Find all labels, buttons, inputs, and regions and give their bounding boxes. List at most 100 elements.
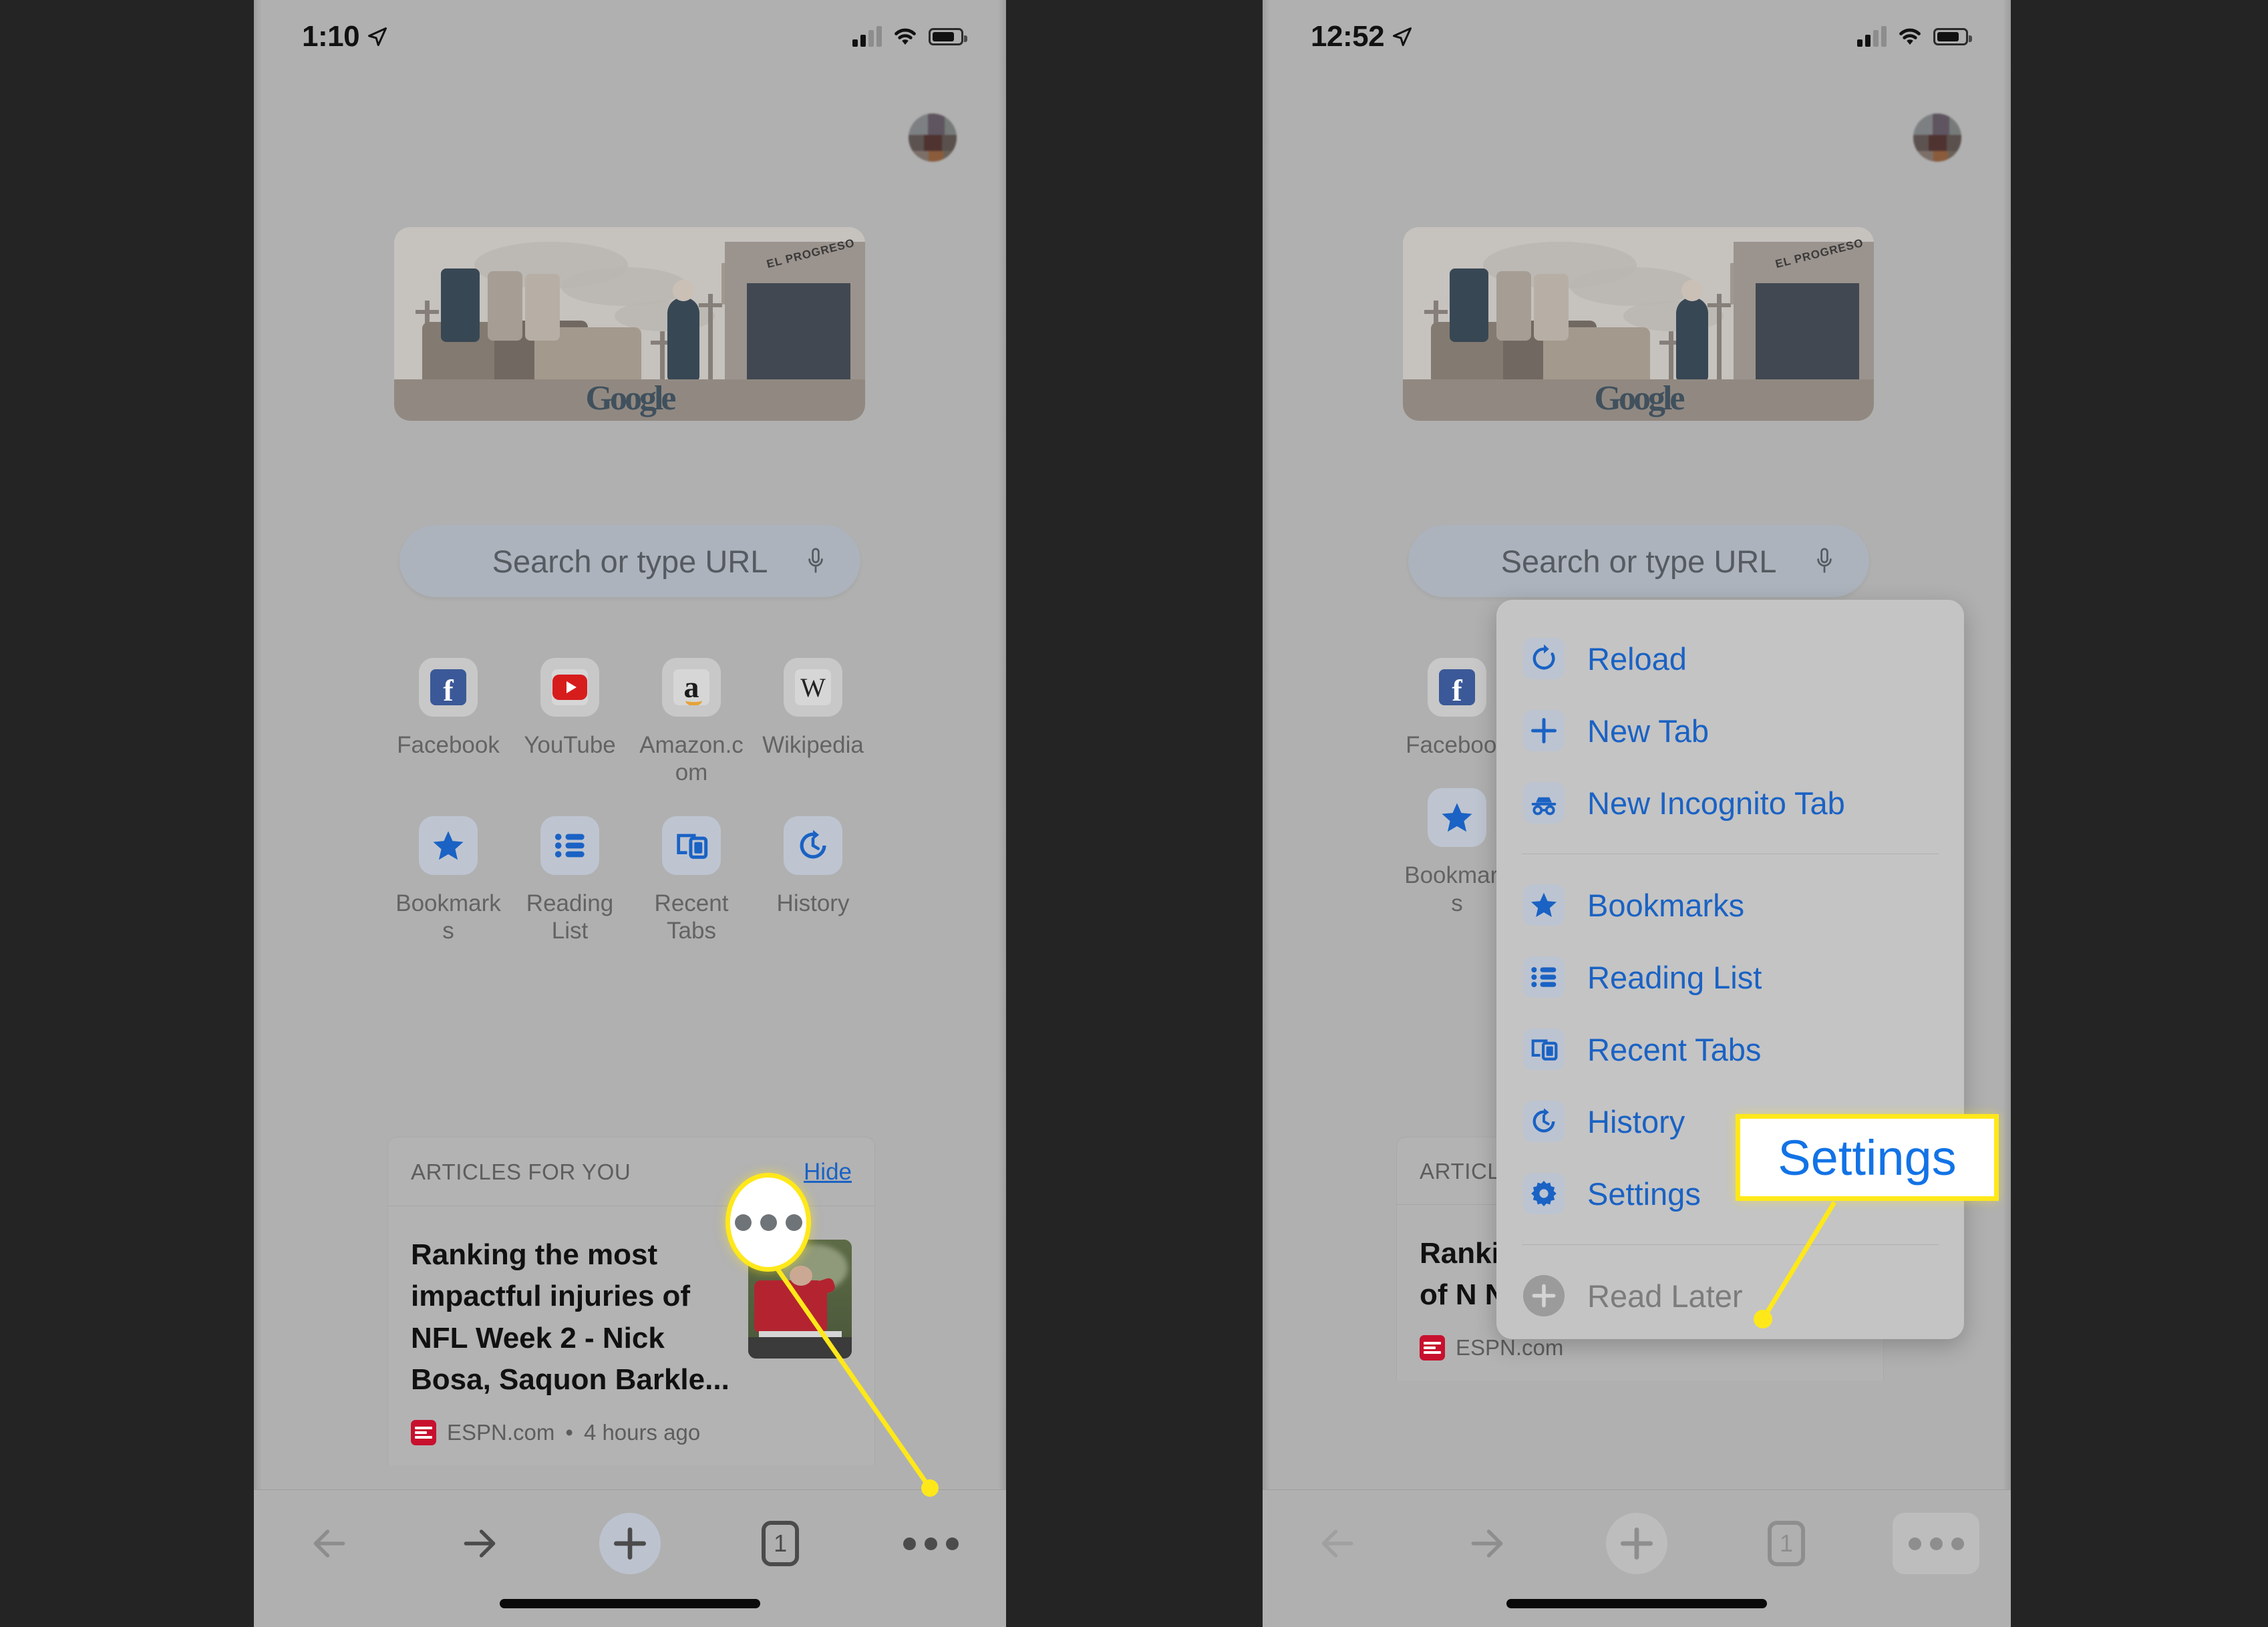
status-time: 12:52 [1311,20,1385,53]
tile-label: Recent Tabs [654,890,729,944]
tile-label: Facebook [397,732,500,758]
doodle-rider [441,268,480,342]
tab-count-value: 1 [774,1529,788,1557]
search-bar[interactable]: Search or type URL [399,525,860,597]
cellular-signal-icon [1857,26,1887,47]
menu-item-label: Bookmarks [1587,887,1745,923]
back-button[interactable] [286,1513,373,1574]
tile-grid: f Facebook YouTube a Amazon.com W Wikipe… [387,658,875,944]
article-source-row: ESPN.com • 4 hours ago [411,1419,734,1445]
status-time-group: 1:10 [302,20,387,53]
action-tile-reading-list[interactable]: Reading List [509,816,631,945]
tile-label: YouTube [524,732,616,758]
doodle-pole [651,331,674,385]
forward-arrow-icon [464,1529,496,1558]
action-tile-recent-tabs[interactable]: Recent Tabs [631,816,752,945]
article-timestamp: 4 hours ago [583,1419,701,1445]
menu-item-new-incognito-tab[interactable]: New Incognito Tab [1496,767,1964,839]
avatar[interactable] [1913,114,1961,162]
location-arrow-icon [368,27,387,46]
history-clock-icon [1523,1101,1565,1142]
facebook-icon: f [419,658,478,717]
menu-item-bookmarks[interactable]: Bookmarks [1496,869,1964,941]
wifi-icon [1899,28,1921,45]
shortcut-tile-youtube[interactable]: YouTube [509,658,631,787]
microphone-icon[interactable] [1814,546,1834,576]
search-placeholder: Search or type URL [492,543,768,579]
phone-screen-left: 1:10 EL PROGRESO Google Search or type U… [254,0,1006,1627]
youtube-icon [540,658,599,717]
avatar[interactable] [909,114,957,162]
google-doodle[interactable]: EL PROGRESO Google [1403,227,1874,421]
search-bar[interactable]: Search or type URL [1408,525,1869,597]
forward-arrow-icon [1471,1529,1503,1558]
action-tile-bookmarks[interactable]: Bookmarks [387,816,509,945]
doodle-door [1756,283,1859,379]
shortcut-tile-wikipedia[interactable]: W Wikipedia [752,658,874,787]
tab-switcher-button[interactable]: 1 [1743,1513,1830,1574]
doodle-rider [488,271,522,341]
chrome-overflow-menu: Reload New Tab New Incognito Tab Bookmar… [1496,600,1964,1339]
search-placeholder: Search or type URL [1500,543,1777,579]
three-dots-icon [1908,1537,1964,1550]
back-arrow-icon [313,1529,345,1558]
menu-item-recent-tabs[interactable]: Recent Tabs [1496,1013,1964,1085]
shortcut-tile-facebook[interactable]: f Facebook [387,658,509,787]
status-time-group: 12:52 [1311,20,1412,53]
more-menu-button[interactable] [1893,1513,1979,1574]
back-button[interactable] [1294,1513,1381,1574]
screen-edge-right [2003,0,2011,1627]
espn-icon [411,1419,436,1445]
article-source: ESPN.com [447,1419,555,1445]
star-icon [1428,788,1486,848]
tab-switcher-button[interactable]: 1 [737,1513,824,1574]
devices-icon [662,816,721,875]
read-later-icon [1523,1275,1565,1316]
new-tab-button[interactable] [587,1513,673,1574]
action-tile-history[interactable]: History [752,816,874,945]
doodle-wordmark: Google [585,379,677,417]
tile-label: Wikipedia [762,732,864,758]
three-dots-icon [903,1537,959,1550]
status-bar: 1:10 [254,0,1006,73]
google-doodle[interactable]: EL PROGRESO Google [394,227,865,421]
tab-count-badge: 1 [1768,1521,1805,1566]
microphone-icon[interactable] [806,546,826,576]
forward-button[interactable] [1444,1513,1530,1574]
status-bar: 12:52 [1263,0,2011,73]
menu-item-label: Reload [1587,641,1687,677]
tile-label: Amazon.com [639,732,744,786]
articles-header-label: ARTICLES FOR YOU [411,1159,631,1184]
star-icon [1523,884,1565,926]
more-menu-button[interactable] [887,1513,974,1574]
forward-button[interactable] [436,1513,523,1574]
doodle-woman [667,280,699,381]
plus-icon [1523,710,1565,751]
menu-item-reload[interactable]: Reload [1496,622,1964,695]
article-title: Ranking the most impactful injuries of N… [411,1238,730,1397]
shortcut-tile-amazon[interactable]: a Amazon.com [631,658,752,787]
devices-icon [1523,1029,1565,1070]
more-button-highlight [725,1173,811,1272]
menu-item-new-tab[interactable]: New Tab [1496,695,1964,767]
facebook-icon: f [1428,658,1486,717]
new-tab-button[interactable] [1593,1513,1680,1574]
back-arrow-icon [1321,1529,1353,1558]
menu-item-label: Settings [1587,1176,1701,1212]
phone-screen-right: 12:52 EL PROGRESO Google Search or type … [1263,0,2011,1627]
history-clock-icon [784,816,842,875]
doodle-pole [1708,294,1731,387]
menu-item-reading-list[interactable]: Reading List [1496,941,1964,1013]
tab-count-badge: 1 [762,1521,800,1566]
espn-icon [1420,1334,1445,1361]
wifi-icon [895,28,916,45]
hide-link[interactable]: Hide [804,1159,852,1186]
home-indicator [1506,1599,1767,1608]
menu-item-label: Reading List [1587,959,1762,995]
tab-count-value: 1 [1779,1529,1794,1557]
menu-item-read-later: Read Later [1496,1260,1964,1339]
screenshot-stage: 1:10 EL PROGRESO Google Search or type U… [0,0,2268,1627]
tile-label: Facebook [1406,732,1508,758]
tile-label: Bookmarks [1404,862,1510,916]
bottom-toolbar: 1 [1263,1489,2011,1627]
